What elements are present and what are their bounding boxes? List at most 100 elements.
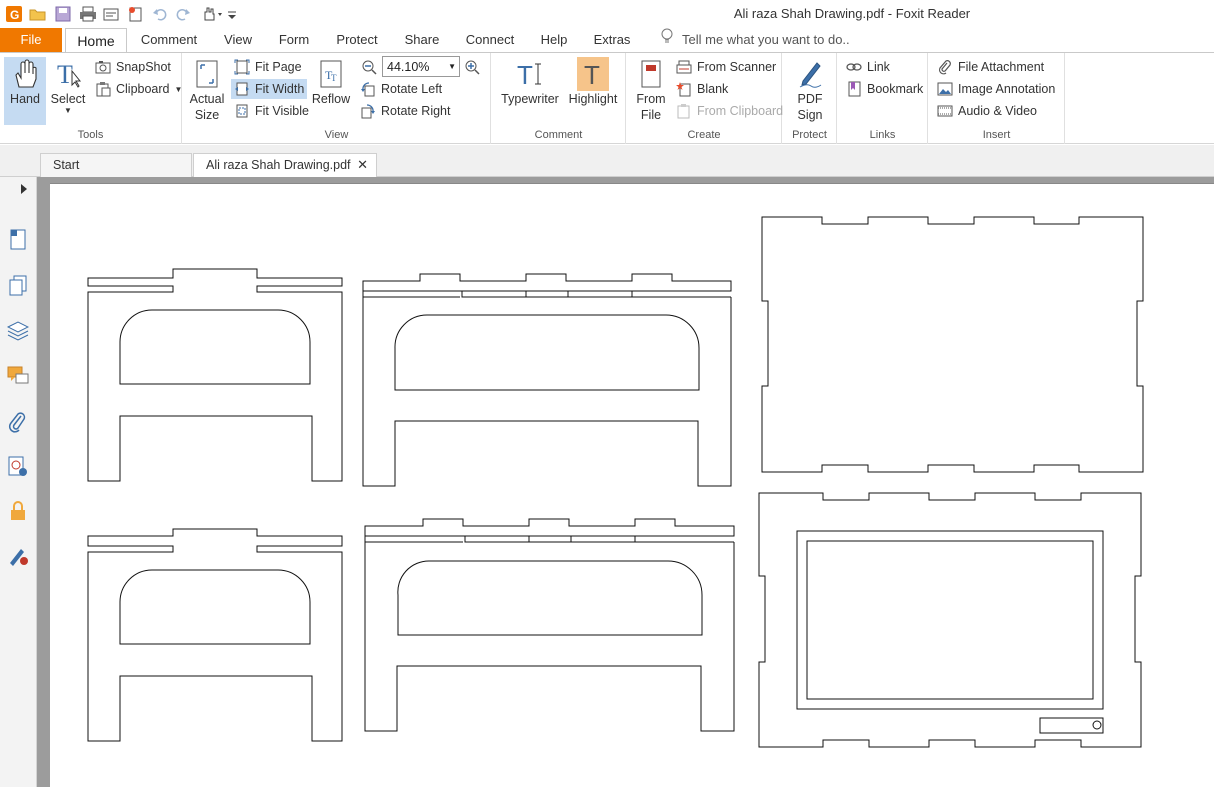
tab-start-page[interactable]: Start (40, 153, 192, 177)
bookmark-button[interactable]: Bookmark (843, 79, 926, 99)
group-label-view: View (324, 129, 349, 141)
title-bar: G Ali raza Shah Drawing.pdf - Foxit Read… (0, 0, 1214, 28)
svg-text:T: T (331, 73, 337, 83)
blank-button[interactable]: Blank (673, 79, 731, 99)
tab-protect[interactable]: Protect (327, 28, 387, 52)
link-icon (846, 59, 862, 75)
menu-bar: File Home Comment View Form Protect Shar… (0, 28, 1214, 53)
svg-text:T: T (517, 60, 533, 89)
drawing-part-panel-top-right (761, 216, 1144, 473)
actual-size-icon (191, 57, 223, 91)
audio-video-button[interactable]: Audio & Video (934, 101, 1040, 121)
group-label-links: Links (869, 129, 896, 141)
close-tab-icon[interactable]: ✕ (357, 154, 368, 176)
blank-label: Blank (697, 82, 729, 96)
tab-extras[interactable]: Extras (588, 28, 636, 52)
file-attachment-button[interactable]: File Attachment (934, 57, 1047, 77)
svg-text:T: T (57, 60, 73, 89)
from-clipboard-button[interactable]: From Clipboard (673, 101, 786, 121)
reflow-label: Reflow (311, 92, 351, 106)
attachments-icon[interactable] (7, 411, 29, 433)
bookmark-label: Bookmark (867, 82, 924, 96)
group-label-insert: Insert (982, 129, 1011, 141)
from-scanner-button[interactable]: From Scanner (673, 57, 779, 77)
lightbulb-icon (660, 28, 674, 52)
zoom-dropdown-arrow-icon[interactable]: ▼ (448, 62, 456, 71)
fit-page-button[interactable]: Fit Page (231, 57, 305, 77)
tell-me-search[interactable]: Tell me what you want to do.. (660, 28, 850, 52)
actual-size-button[interactable]: Actual Size (189, 57, 225, 123)
tab-start-label: Start (53, 158, 80, 172)
tab-comment[interactable]: Comment (135, 28, 203, 52)
highlight-button[interactable]: T Highlight (566, 57, 620, 107)
tab-file[interactable]: File (0, 28, 62, 52)
sidebar-splitter[interactable] (37, 177, 50, 787)
tab-form[interactable]: Form (272, 28, 316, 52)
foxit-reader-window: G Ali raza Shah Drawing.pdf - Foxit Read… (0, 0, 1214, 787)
highlight-label: Highlight (568, 92, 618, 106)
select-dropdown-arrow-icon[interactable]: ▼ (64, 107, 72, 115)
pdf-page-canvas[interactable] (50, 183, 1214, 787)
fit-page-label: Fit Page (255, 60, 302, 74)
document-tab-strip: Start Ali raza Shah Drawing.pdf ✕ (0, 145, 1214, 178)
drawing-part-small-frame-top (87, 268, 343, 482)
typewriter-icon: T (514, 57, 546, 91)
rotate-right-label: Rotate Right (381, 104, 451, 118)
tab-share[interactable]: Share (398, 28, 446, 52)
camera-icon (95, 59, 111, 75)
comments-icon[interactable] (7, 365, 29, 387)
expand-panel-icon[interactable] (17, 181, 31, 197)
clipboard-dropdown-arrow-icon[interactable]: ▼ (175, 85, 183, 94)
typewriter-button[interactable]: T Typewriter (498, 57, 562, 107)
rotate-right-button[interactable]: Rotate Right (357, 101, 453, 121)
snapshot-button[interactable]: SnapShot (92, 57, 174, 77)
tell-me-placeholder: Tell me what you want to do.. (682, 32, 850, 47)
tab-document[interactable]: Ali raza Shah Drawing.pdf ✕ (193, 153, 377, 178)
tab-connect[interactable]: Connect (459, 28, 521, 52)
tab-view[interactable]: View (216, 28, 260, 52)
typewriter-label: Typewriter (501, 92, 559, 106)
drawing-part-small-frame-bottom (87, 528, 343, 742)
signatures-icon[interactable] (7, 456, 29, 478)
digital-id-icon[interactable] (7, 545, 29, 567)
zoom-combobox[interactable]: 44.10% ▼ (382, 56, 460, 77)
page-thumbnails-icon[interactable] (7, 229, 29, 251)
image-icon (937, 81, 953, 97)
zoom-out-icon[interactable] (359, 57, 379, 77)
file-attachment-label: File Attachment (958, 60, 1045, 74)
fit-visible-button[interactable]: Fit Visible (231, 101, 312, 121)
layers-icon[interactable] (7, 320, 29, 342)
pages-icon[interactable] (7, 275, 29, 297)
pdf-sign-button[interactable]: PDF Sign (790, 57, 830, 123)
from-clipboard-icon (676, 103, 692, 119)
actual-size-label-2: Size (194, 108, 220, 122)
hand-button[interactable]: Hand (4, 57, 46, 125)
tab-home[interactable]: Home (65, 28, 127, 53)
ribbon-group-view: Actual Size Fit Page Fit Width Fit Visib… (183, 53, 491, 144)
from-file-label-1: From (636, 92, 666, 106)
from-file-button[interactable]: From File (631, 57, 671, 123)
bookmark-icon (846, 81, 862, 97)
zoom-in-icon[interactable] (462, 57, 482, 77)
fit-width-button[interactable]: Fit Width (231, 79, 308, 99)
fit-visible-label: Fit Visible (255, 104, 309, 118)
clipboard-button[interactable]: Clipboard ▼ (92, 79, 185, 99)
from-scanner-label: From Scanner (697, 60, 777, 74)
ribbon-group-comment: T Typewriter T Highlight Comment (492, 53, 626, 144)
pdf-sign-label-1: PDF (797, 92, 823, 106)
reflow-button[interactable]: TT Reflow (311, 57, 351, 107)
clipboard-icon (95, 81, 111, 97)
navigation-sidebar (0, 177, 37, 787)
zoom-value: 44.10% (387, 59, 430, 74)
security-lock-icon[interactable] (7, 500, 29, 522)
drawing-part-panel-bottom-right (758, 492, 1142, 748)
tab-help[interactable]: Help (534, 28, 574, 52)
fit-page-icon (234, 59, 250, 75)
rotate-left-button[interactable]: Rotate Left (357, 79, 445, 99)
ribbon-group-tools: Hand T Select ▼ SnapShot Clipboard ▼ Too… (0, 53, 182, 144)
from-file-label-2: File (640, 108, 662, 122)
select-button[interactable]: T Select ▼ (49, 57, 87, 115)
image-annotation-button[interactable]: Image Annotation (934, 79, 1058, 99)
link-button[interactable]: Link (843, 57, 893, 77)
hand-label: Hand (10, 92, 40, 106)
